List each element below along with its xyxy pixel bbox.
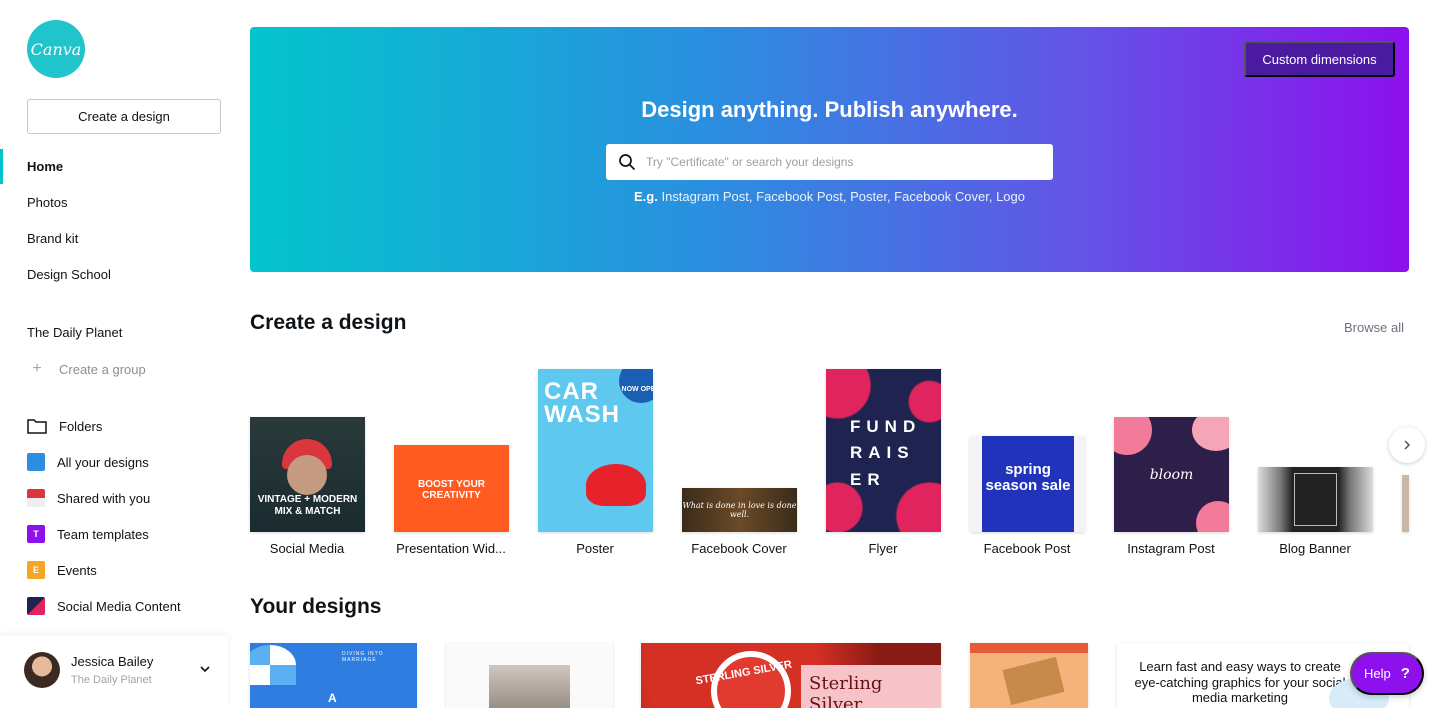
template-instagram-post[interactable]: bloom (1114, 417, 1229, 532)
nav-design-school[interactable]: Design School (27, 267, 111, 282)
nav-brand-kit[interactable]: Brand kit (27, 231, 78, 246)
hero-title: Design anything. Publish anywhere. (641, 97, 1018, 122)
events-item[interactable]: E Events (27, 561, 97, 579)
folders-item[interactable]: Folders (27, 417, 102, 435)
template-art-text: spring season sale (982, 436, 1074, 532)
avatar (24, 652, 60, 688)
example-link[interactable]: Facebook Post (756, 189, 843, 204)
create-design-button[interactable]: Create a design (27, 99, 221, 134)
help-label: Help (1364, 666, 1391, 681)
shared-icon (27, 489, 45, 507)
template-label: Instagram Post (1127, 541, 1215, 556)
template-art-text: FUND RAIS ER (850, 417, 922, 489)
example-link[interactable]: Facebook Cover (894, 189, 989, 204)
custom-dimensions-button[interactable]: Custom dimensions (1244, 41, 1395, 77)
template-social-media[interactable]: VINTAGE + MODERN MIX & MATCH (250, 417, 365, 532)
search-placeholder: Try "Certificate" or search your designs (646, 155, 854, 169)
template-label: Facebook Cover (691, 541, 787, 556)
example-link[interactable]: Poster (850, 189, 887, 204)
your-designs-heading: Your designs (250, 595, 382, 618)
carousel-next-button[interactable] (1389, 427, 1425, 463)
template-label: Flyer (868, 541, 898, 556)
social-media-content-label: Social Media Content (57, 598, 181, 614)
chevron-down-icon[interactable] (198, 662, 212, 676)
design-art-text: DIVING INTO MARRIAGE (342, 651, 384, 663)
profile-team: The Daily Planet (71, 674, 152, 686)
example-link[interactable]: Instagram Post (661, 189, 748, 204)
template-presentation[interactable]: BOOST YOUR CREATIVITY (394, 445, 509, 532)
sidebar: Canva Create a design Home Photos Brand … (0, 0, 228, 708)
template-label: Social Media (269, 541, 345, 556)
design-card[interactable]: DIVING INTO MARRIAGE A (250, 643, 417, 708)
design-card[interactable] (446, 643, 613, 708)
template-art-text: bloom (1149, 467, 1194, 483)
search-icon (619, 154, 636, 171)
template-label: Presentation Wid... (396, 541, 506, 556)
active-nav-indicator (0, 149, 3, 184)
template-art-text: VINTAGE + MODERN MIX & MATCH (257, 494, 358, 517)
template-facebook-cover[interactable]: What is done in love is done well. (682, 488, 797, 532)
design-card[interactable]: STERLING SILVER Sterling Silver (641, 643, 941, 708)
team-templates-item[interactable]: T Team templates (27, 525, 149, 543)
create-group-label: Create a group (59, 361, 146, 377)
chevron-right-icon (1404, 440, 1411, 450)
events-label: Events (57, 562, 97, 578)
search-input[interactable]: Try "Certificate" or search your designs (606, 144, 1053, 180)
folders-label: Folders (59, 418, 103, 434)
team-templates-label: Team templates (57, 526, 149, 542)
shared-with-you-item[interactable]: Shared with you (27, 489, 150, 507)
shared-with-you-label: Shared with you (57, 490, 151, 506)
nav-photos[interactable]: Photos (27, 195, 67, 210)
template-label: Poster (576, 541, 614, 556)
template-art-text: BOOST YOUR CREATIVITY (417, 479, 486, 501)
help-button[interactable]: Help ? (1350, 652, 1424, 695)
design-card[interactable] (970, 643, 1088, 708)
design-art-letter: A (328, 691, 337, 705)
all-your-designs-label: All your designs (57, 454, 149, 470)
design-art-title: Sterling Silver (801, 665, 941, 708)
template-label: Facebook Post (983, 541, 1071, 556)
canva-logo[interactable]: Canva (27, 20, 85, 78)
nav-home[interactable]: Home (27, 159, 63, 174)
logo-text: Canva (30, 39, 82, 59)
social-media-content-item[interactable]: Social Media Content (27, 597, 181, 615)
template-art-text: What is done in love is done well. (682, 501, 797, 519)
search-examples: E.g. Instagram Post, Facebook Post, Post… (633, 189, 1025, 204)
template-poster[interactable]: CAR WASH NOW OPEN (538, 369, 653, 532)
social-media-content-icon (27, 597, 45, 615)
template-flyer[interactable]: FUND RAIS ER (826, 369, 941, 532)
events-icon: E (27, 561, 45, 579)
template-blog-banner[interactable] (1258, 467, 1373, 532)
profile-menu[interactable]: Jessica Bailey The Daily Planet (0, 636, 228, 708)
create-group-link[interactable]: + Create a group (27, 360, 146, 378)
create-design-heading: Create a design (250, 311, 407, 334)
example-link[interactable]: Logo (996, 189, 1025, 204)
all-your-designs-item[interactable]: All your designs (27, 453, 149, 471)
examples-prefix: E.g. (633, 189, 658, 204)
plus-icon: + (32, 360, 42, 377)
hero-banner: Custom dimensions Design anything. Publi… (250, 27, 1409, 272)
template-partial[interactable] (1402, 475, 1409, 532)
profile-name: Jessica Bailey (71, 654, 154, 669)
team-name[interactable]: The Daily Planet (27, 325, 122, 340)
folder-icon (27, 417, 47, 435)
template-facebook-post[interactable]: spring season sale (970, 436, 1085, 532)
question-icon: ? (1400, 665, 1410, 682)
team-templates-icon: T (27, 525, 45, 543)
browse-all-link[interactable]: Browse all (1344, 320, 1404, 335)
all-designs-icon (27, 453, 45, 471)
template-label: Blog Banner (1279, 541, 1351, 556)
